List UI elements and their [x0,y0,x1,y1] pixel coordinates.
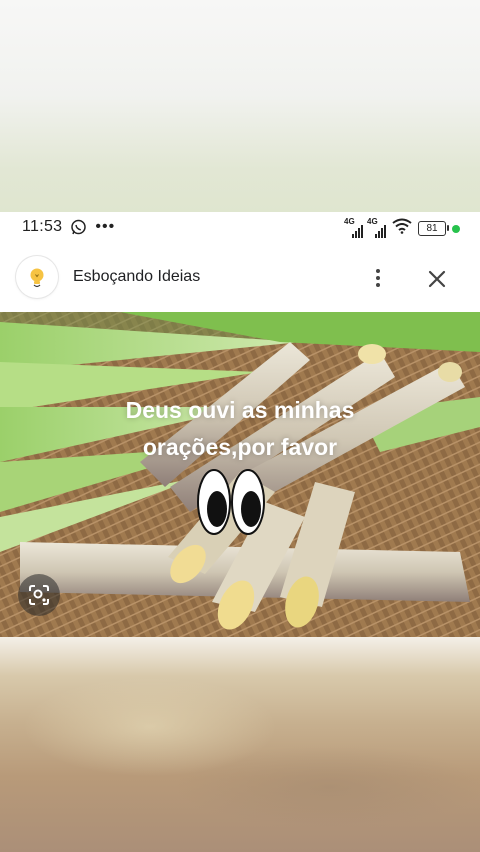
image-search-icon[interactable] [18,574,60,616]
battery-icon: 81 [418,221,449,236]
close-icon[interactable] [424,266,450,292]
wifi-icon [392,218,412,239]
account-name[interactable]: Esboçando Ideias [73,268,200,286]
post-image[interactable]: Deus ouvi as minhas orações,por favor [0,312,480,637]
kebab-menu-icon[interactable] [368,266,388,290]
whatsapp-icon [70,219,87,236]
lightbulb-logo-icon[interactable] [16,256,58,298]
signal-icon: 4G [344,217,363,238]
post-caption-line1: Deus ouvi as minhas [125,397,355,423]
privacy-dot [452,224,460,233]
eyes-emoji-icon [197,469,265,535]
blurred-background-bottom [0,637,480,852]
blurred-background-top [0,0,480,212]
more-icon: ••• [95,218,116,235]
app-header: Esboçando Ideias [0,242,480,312]
status-bar: 11:53 ••• 4G 4G 81 [0,212,480,242]
status-time: 11:53 [22,218,63,235]
signal-icon: 4G [367,217,386,238]
post-caption-line2: orações,por favor [142,434,338,460]
